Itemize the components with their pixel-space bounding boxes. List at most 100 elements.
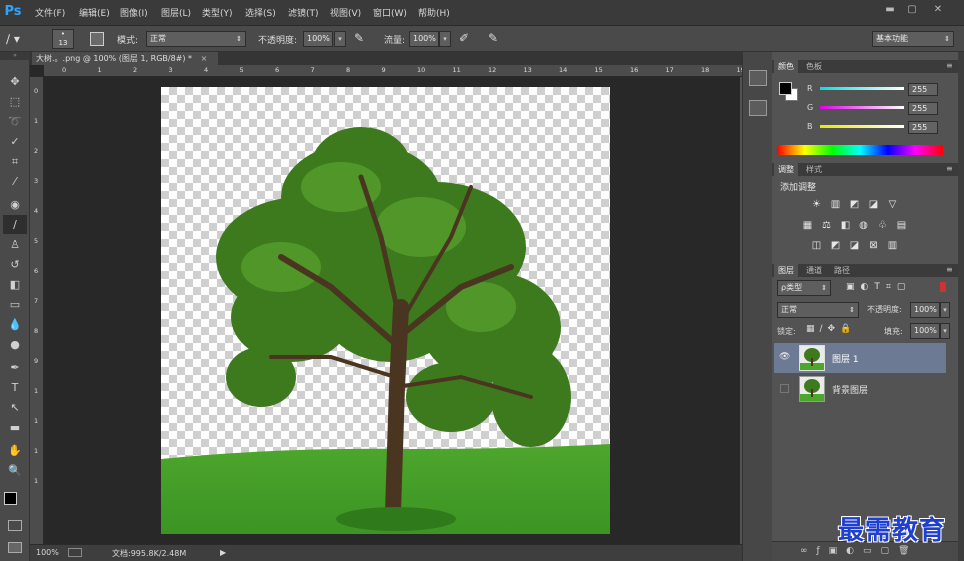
clone-stamp-tool-icon[interactable]: ♙ bbox=[3, 235, 27, 254]
opacity-input[interactable]: 100% bbox=[303, 31, 333, 47]
close-icon[interactable]: ✕ bbox=[930, 4, 946, 16]
document-tab-close-icon[interactable]: × bbox=[201, 54, 208, 63]
brush-preset-icon[interactable]: ∕ ▾ bbox=[6, 30, 32, 48]
quick-mask-icon[interactable] bbox=[8, 520, 22, 531]
channel-b-slider[interactable] bbox=[820, 125, 904, 128]
minimize-icon[interactable]: ▬ bbox=[882, 4, 898, 16]
screen-mode-icon[interactable] bbox=[8, 542, 22, 553]
history-panel-icon[interactable] bbox=[749, 70, 767, 86]
posterize-icon[interactable]: ◩ bbox=[829, 240, 842, 251]
layers-footer-icons[interactable]: ∞ƒ▣◐▭▢🗑 bbox=[800, 546, 918, 556]
pressure-size-icon[interactable]: ✎ bbox=[488, 31, 504, 47]
brush-tool-icon[interactable]: ∕ bbox=[3, 215, 27, 234]
blur-tool-icon[interactable]: 💧 bbox=[3, 315, 27, 334]
black-white-icon[interactable]: ◧ bbox=[839, 220, 852, 231]
tab-paths[interactable]: 路径 bbox=[830, 264, 854, 277]
tab-layers[interactable]: 图层 bbox=[774, 264, 798, 277]
shape-tool-icon[interactable]: ▬ bbox=[3, 418, 27, 437]
menu-type[interactable]: 类型(Y) bbox=[202, 6, 233, 19]
color-spectrum-bar[interactable] bbox=[777, 145, 943, 155]
menu-layer[interactable]: 图层(L) bbox=[161, 6, 191, 19]
invert-icon[interactable]: ◫ bbox=[810, 240, 823, 251]
crop-tool-icon[interactable]: ⌗ bbox=[3, 152, 27, 171]
tab-swatches[interactable]: 色板 bbox=[802, 60, 826, 73]
pressure-opacity-icon[interactable]: ✎ bbox=[354, 31, 370, 47]
zoom-tool-icon[interactable]: 🔍 bbox=[3, 461, 27, 480]
menu-image[interactable]: 图像(I) bbox=[120, 6, 148, 19]
mode-select[interactable]: 正常 ⇕ bbox=[146, 31, 246, 47]
layer-visibility-eye-icon[interactable]: 👁 bbox=[779, 352, 790, 362]
threshold-icon[interactable]: ◪ bbox=[848, 240, 861, 251]
menu-view[interactable]: 视图(V) bbox=[330, 6, 361, 19]
lock-icons[interactable]: ▦∕✥🔒 bbox=[806, 324, 856, 334]
brightness-contrast-icon[interactable]: ☀ bbox=[810, 199, 823, 210]
opacity-dropdown-icon[interactable]: ▾ bbox=[334, 31, 346, 47]
color-panel-foreground-swatch[interactable] bbox=[779, 82, 792, 95]
dodge-tool-icon[interactable]: ● bbox=[3, 335, 27, 354]
menu-help[interactable]: 帮助(H) bbox=[418, 6, 450, 19]
layer-filter-select[interactable]: ρ类型 ⇕ bbox=[777, 280, 831, 296]
healing-tool-icon[interactable]: ◉ bbox=[3, 195, 27, 214]
color-balance-icon[interactable]: ⚖ bbox=[820, 220, 833, 231]
tab-color[interactable]: 颜色 bbox=[774, 60, 798, 73]
layer-blend-mode-select[interactable]: 正常 ⇕ bbox=[777, 302, 859, 318]
menu-window[interactable]: 窗口(W) bbox=[373, 6, 407, 19]
layer-opacity-dropdown-icon[interactable]: ▾ bbox=[940, 302, 950, 318]
layers-panel-menu-icon[interactable]: ≡ bbox=[946, 265, 953, 274]
channel-r-input[interactable]: 255 bbox=[908, 83, 938, 96]
exposure-icon[interactable]: ◪ bbox=[867, 199, 880, 210]
flow-input[interactable]: 100% bbox=[409, 31, 439, 47]
layer-opacity-input[interactable]: 100% bbox=[910, 302, 940, 318]
tab-styles[interactable]: 样式 bbox=[802, 163, 826, 176]
layer-filter-toggle[interactable] bbox=[940, 282, 946, 292]
menu-edit[interactable]: 编辑(E) bbox=[79, 6, 110, 19]
toolbar-collapse-icon[interactable]: » bbox=[0, 52, 30, 60]
channel-g-slider[interactable] bbox=[820, 106, 904, 109]
brush-panel-icon[interactable] bbox=[90, 32, 104, 46]
vibrance-icon[interactable]: ▽ bbox=[886, 199, 899, 210]
menu-select[interactable]: 选择(S) bbox=[245, 6, 276, 19]
status-menu-icon[interactable]: ▶ bbox=[220, 548, 226, 557]
marquee-tool-icon[interactable]: ⬚ bbox=[3, 92, 27, 111]
history-brush-tool-icon[interactable]: ↺ bbox=[3, 255, 27, 274]
layer-visibility-toggle[interactable] bbox=[780, 384, 789, 393]
foreground-color-swatch[interactable] bbox=[4, 492, 17, 505]
layer-row-background[interactable]: 背景图层 bbox=[774, 374, 946, 404]
layer-row-layer1[interactable]: 👁 图层 1 bbox=[774, 343, 946, 373]
pen-tool-icon[interactable]: ✒ bbox=[3, 358, 27, 377]
gradient-tool-icon[interactable]: ▭ bbox=[3, 295, 27, 314]
properties-panel-icon[interactable] bbox=[749, 100, 767, 116]
channel-mixer-icon[interactable]: ♧ bbox=[876, 220, 889, 231]
image-canvas[interactable] bbox=[161, 87, 610, 534]
color-lookup-icon[interactable]: ▤ bbox=[895, 220, 908, 231]
lasso-tool-icon[interactable]: ➰ bbox=[3, 112, 27, 131]
eyedropper-tool-icon[interactable]: ⁄ bbox=[3, 172, 27, 191]
fill-dropdown-icon[interactable]: ▾ bbox=[940, 323, 950, 339]
type-tool-icon[interactable]: T bbox=[3, 378, 27, 397]
airbrush-icon[interactable]: ✐ bbox=[459, 31, 475, 47]
hand-tool-icon[interactable]: ✋ bbox=[3, 441, 27, 460]
menu-filter[interactable]: 滤镜(T) bbox=[288, 6, 319, 19]
move-tool-icon[interactable]: ✥ bbox=[3, 72, 27, 91]
tab-adjustments[interactable]: 调整 bbox=[774, 163, 798, 176]
status-zoom[interactable]: 100% bbox=[36, 548, 59, 557]
right-panel-scrollbar[interactable] bbox=[958, 52, 964, 561]
hue-saturation-icon[interactable]: ▦ bbox=[801, 220, 814, 231]
workspace-select[interactable]: 基本功能 ⇕ bbox=[872, 31, 954, 47]
adjustments-panel-menu-icon[interactable]: ≡ bbox=[946, 164, 953, 173]
gradient-map-icon[interactable]: ▥ bbox=[886, 240, 899, 251]
channel-b-input[interactable]: 255 bbox=[908, 121, 938, 134]
brush-size-picker[interactable]: • 13 bbox=[52, 29, 74, 49]
channel-g-input[interactable]: 255 bbox=[908, 102, 938, 115]
document-tab[interactable]: 大树.。.png @ 100% (图层 1, RGB/8#) * × bbox=[32, 52, 218, 65]
color-panel-menu-icon[interactable]: ≡ bbox=[946, 61, 953, 70]
curves-icon[interactable]: ◩ bbox=[848, 199, 861, 210]
tab-channels[interactable]: 通道 bbox=[802, 264, 826, 277]
layer-filter-icons[interactable]: ▣◐T⌗▢ bbox=[846, 282, 911, 292]
photo-filter-icon[interactable]: ◍ bbox=[857, 220, 870, 231]
restore-icon[interactable]: ▢ bbox=[904, 4, 920, 16]
eraser-tool-icon[interactable]: ◧ bbox=[3, 275, 27, 294]
fill-input[interactable]: 100% bbox=[910, 323, 940, 339]
levels-icon[interactable]: ▥ bbox=[829, 199, 842, 210]
flow-dropdown-icon[interactable]: ▾ bbox=[439, 31, 451, 47]
